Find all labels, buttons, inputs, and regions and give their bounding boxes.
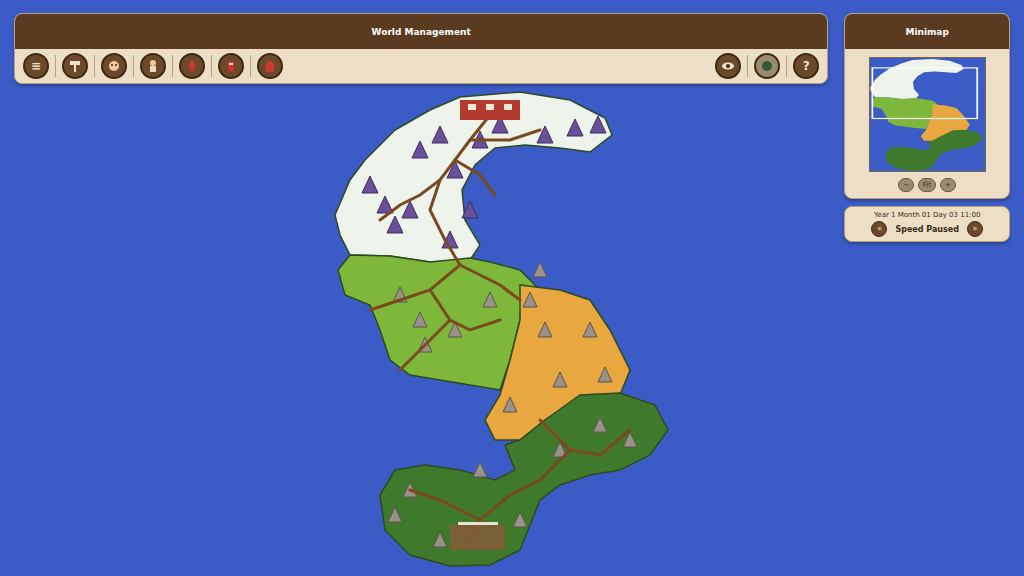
- roads: [370, 115, 630, 540]
- person-icon: [146, 59, 160, 73]
- world-management-toolbar: World Management ≡?: [14, 13, 828, 84]
- toolbar-header: World Management: [15, 14, 827, 49]
- minimap-panel: Minimap −Fit +: [844, 13, 1010, 199]
- menu-button[interactable]: ≡: [23, 53, 49, 79]
- separator: [211, 55, 212, 77]
- fire-button[interactable]: [179, 53, 205, 79]
- rock-mountains: [388, 262, 637, 547]
- separator: [747, 55, 748, 77]
- eye-icon: [721, 59, 735, 73]
- separator: [250, 55, 251, 77]
- fire-icon: [185, 59, 199, 73]
- globe-icon: [760, 59, 774, 73]
- zoom-button[interactable]: +: [940, 178, 956, 192]
- face-icon: [107, 59, 121, 73]
- separator: [55, 55, 56, 77]
- faster-button[interactable]: »: [967, 221, 983, 237]
- speed-label: Speed Paused: [895, 225, 959, 234]
- date-label: Year 1 Month 01 Day 03 11:00: [874, 211, 980, 219]
- house-icon: [263, 59, 277, 73]
- time-panel: Year 1 Month 01 Day 03 11:00 « Speed Pause…: [844, 206, 1010, 242]
- view-button[interactable]: [715, 53, 741, 79]
- face-button[interactable]: [101, 53, 127, 79]
- separator: [172, 55, 173, 77]
- hammer-icon: [68, 59, 82, 73]
- south-town-icon[interactable]: [450, 522, 505, 550]
- potion-icon: [224, 59, 238, 73]
- overlay-button[interactable]: [754, 53, 780, 79]
- hammer-button[interactable]: [62, 53, 88, 79]
- zoom-button[interactable]: Fit: [918, 178, 936, 192]
- map-region: [380, 393, 668, 566]
- map-region: [335, 92, 612, 262]
- minimap-header: Minimap: [845, 14, 1009, 49]
- separator: [94, 55, 95, 77]
- snow-mountains: [362, 116, 606, 248]
- separator: [786, 55, 787, 77]
- minimap-view[interactable]: [869, 57, 986, 172]
- person-button[interactable]: [140, 53, 166, 79]
- game-screen: World Management ≡? Minimap −Fit + Year 1 Mon…: [0, 0, 1024, 576]
- north-town-icon[interactable]: [460, 100, 520, 120]
- viewport-rect[interactable]: [872, 68, 977, 119]
- help-button[interactable]: ?: [793, 53, 819, 79]
- slower-button[interactable]: «: [871, 221, 887, 237]
- house-button[interactable]: [257, 53, 283, 79]
- separator: [133, 55, 134, 77]
- potion-button[interactable]: [218, 53, 244, 79]
- zoom-button[interactable]: −: [898, 178, 914, 192]
